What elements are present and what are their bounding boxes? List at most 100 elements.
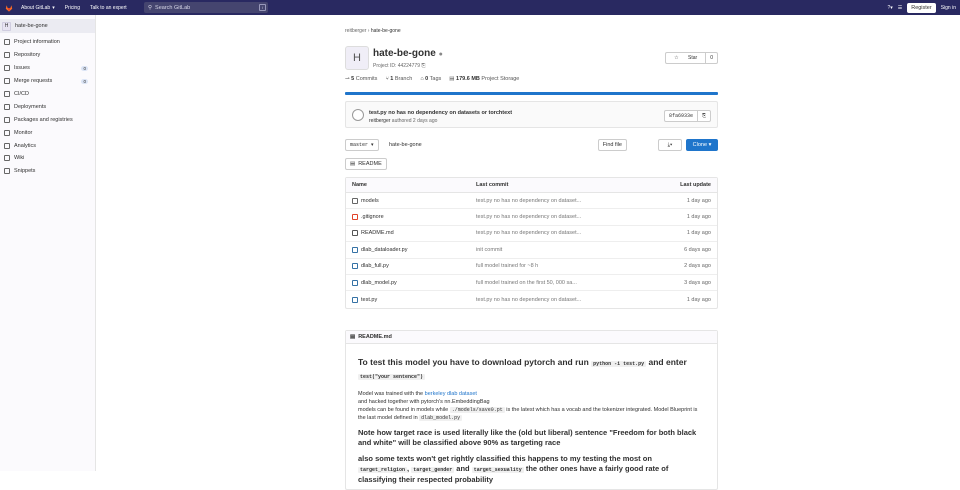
storage-icon: ▤ bbox=[449, 76, 455, 82]
file-name[interactable]: test.py bbox=[361, 297, 377, 303]
python-icon bbox=[352, 263, 358, 270]
sidebar-item-label: Snippets bbox=[14, 168, 36, 175]
clone-label: Clone bbox=[692, 142, 708, 148]
readme-h3-and: and bbox=[454, 464, 472, 473]
breadcrumb-owner[interactable]: reitberger bbox=[345, 28, 366, 34]
copy-sha-icon[interactable]: ⎘ bbox=[696, 111, 710, 121]
file-last-update: 3 days ago bbox=[684, 279, 711, 286]
repo-icon bbox=[4, 52, 10, 59]
sidebar-item-snippets[interactable]: Snippets bbox=[0, 165, 95, 178]
git-icon bbox=[352, 214, 358, 221]
sidebar-item-count: 0 bbox=[81, 65, 88, 71]
repo-toolbar: master ▾ hate-be-gone Find file ⤓▾ Clone … bbox=[345, 139, 718, 152]
sidebar-project[interactable]: H hate-be-gone bbox=[0, 19, 95, 33]
author-avatar[interactable] bbox=[352, 109, 364, 121]
sidebar-item-label: Issues bbox=[14, 65, 30, 72]
table-row[interactable]: test.py test.py no has no dependency on d… bbox=[346, 291, 717, 307]
commit-sha-text[interactable]: 8fa6933e bbox=[665, 113, 697, 119]
file-last-commit[interactable]: test.py no has no dependency on dataset.… bbox=[476, 214, 651, 220]
sidebar-item-project-information[interactable]: Project information bbox=[0, 36, 95, 49]
star-button[interactable]: ☆ Star 0 bbox=[665, 52, 718, 64]
sidebar-item-label: Wiki bbox=[14, 155, 25, 162]
dataset-link[interactable]: berkeley dlab dataset bbox=[425, 391, 477, 397]
readme-h3-code-3: target_sexuality bbox=[471, 467, 524, 473]
branches-link[interactable]: ⑂ 1 Branch bbox=[385, 76, 412, 82]
sidebar-item-wiki[interactable]: Wiki bbox=[0, 152, 95, 165]
file-last-commit[interactable]: init commit bbox=[476, 247, 651, 253]
file-name[interactable]: .gitignore bbox=[361, 214, 384, 220]
tags-count: 0 bbox=[425, 76, 429, 82]
table-row[interactable]: models test.py no has no dependency on da… bbox=[346, 193, 717, 210]
file-name[interactable]: README.md bbox=[361, 230, 394, 236]
storage-link[interactable]: ▤ 179.6 MB Project Storage bbox=[449, 76, 519, 82]
file-name-cell: .gitignore bbox=[346, 214, 476, 221]
find-file-button[interactable]: Find file bbox=[597, 139, 627, 151]
file-icon: ▤ bbox=[350, 334, 356, 340]
hamburger-menu-icon[interactable]: ☰ bbox=[898, 5, 902, 11]
file-name[interactable]: dlab_full.py bbox=[361, 263, 389, 269]
commit-author[interactable]: reitberger bbox=[369, 118, 390, 124]
download-button[interactable]: ⤓▾ bbox=[658, 139, 682, 151]
sidebar-item-analytics[interactable]: Analytics bbox=[0, 139, 95, 152]
sidebar-item-merge-requests[interactable]: Merge requests 0 bbox=[0, 75, 95, 88]
readme-h1-text-b: and enter bbox=[646, 357, 687, 367]
readme-p-code-1: ./models/save0.pt bbox=[449, 407, 505, 413]
table-row[interactable]: .gitignore test.py no has no dependency o… bbox=[346, 209, 717, 226]
sidebar-item-issues[interactable]: Issues 0 bbox=[0, 62, 95, 75]
breadcrumb: reitberger › hate-be-gone bbox=[345, 28, 401, 34]
file-name[interactable]: models bbox=[361, 198, 379, 204]
tags-link[interactable]: ⌂ 0 Tags bbox=[420, 76, 441, 82]
repo-path[interactable]: hate-be-gone bbox=[389, 142, 422, 148]
breadcrumb-project[interactable]: hate-be-gone bbox=[371, 28, 401, 34]
sidebar-item-packages-and-registries[interactable]: Packages and registries bbox=[0, 113, 95, 126]
pricing-link[interactable]: Pricing bbox=[65, 5, 80, 11]
project-stats: ⊸ 5 Commits ⑂ 1 Branch ⌂ 0 Tags ▤ 179.6 … bbox=[345, 76, 519, 82]
file-last-commit[interactable]: test.py no has no dependency on dataset.… bbox=[476, 230, 651, 236]
sidebar-item-label: Project information bbox=[14, 39, 60, 46]
gitlab-logo-icon[interactable] bbox=[5, 4, 13, 12]
readme-heading-3: also some texts won't get rightly classi… bbox=[358, 454, 669, 484]
sidebar-item-deployments[interactable]: Deployments bbox=[0, 100, 95, 113]
header-last-update: Last update bbox=[680, 182, 711, 188]
table-row[interactable]: README.md test.py no has no dependency on… bbox=[346, 226, 717, 243]
table-row[interactable]: dlab_model.py full model trained on the f… bbox=[346, 275, 717, 292]
readme-button-label: README bbox=[358, 161, 382, 167]
header-last-commit: Last commit bbox=[476, 182, 509, 188]
visibility-icon: ● bbox=[438, 51, 443, 58]
help-icon[interactable]: ?▾ bbox=[887, 5, 892, 11]
file-last-commit[interactable]: test.py no has no dependency on dataset.… bbox=[476, 297, 651, 303]
file-last-commit[interactable]: full model trained on the first 50, 000 … bbox=[476, 280, 651, 286]
sign-in-link[interactable]: Sign in bbox=[941, 5, 956, 11]
table-row[interactable]: dlab_full.py full model trained for ~8 h 2… bbox=[346, 259, 717, 275]
file-last-commit[interactable]: full model trained for ~8 h bbox=[476, 263, 651, 269]
sidebar-item-repository[interactable]: Repository bbox=[0, 49, 95, 62]
readme-h3-code-1: target_religion bbox=[358, 467, 408, 473]
clone-button[interactable]: Clone ▾ bbox=[686, 139, 718, 151]
branch-selector[interactable]: master ▾ bbox=[345, 139, 379, 151]
commits-count: 5 bbox=[351, 76, 355, 82]
project-id-label: Project ID: 44224779 bbox=[373, 63, 420, 69]
readme-filename[interactable]: README.md bbox=[358, 334, 392, 340]
file-name[interactable]: dlab_dataloader.py bbox=[361, 247, 407, 253]
file-table: Name Last commit Last update models test.… bbox=[345, 177, 718, 309]
commit-author-line: reitberger authored 2 days ago bbox=[369, 118, 437, 124]
commit-message[interactable]: test.py no has no dependency on datasets… bbox=[369, 110, 512, 116]
readme-p-text-c: models can be found in models while bbox=[358, 407, 450, 413]
commits-link[interactable]: ⊸ 5 Commits bbox=[345, 76, 377, 82]
readme-button[interactable]: ▤ README bbox=[345, 158, 387, 170]
search-input[interactable]: ⚲ Search GitLab / bbox=[144, 2, 268, 13]
talk-to-expert-link[interactable]: Talk to an expert bbox=[90, 5, 127, 11]
register-button[interactable]: Register bbox=[907, 2, 936, 13]
file-name[interactable]: dlab_model.py bbox=[361, 280, 397, 286]
branches-label: Branch bbox=[394, 76, 413, 82]
sidebar: H hate-be-gone Project information Reposi… bbox=[0, 15, 96, 471]
sidebar-item-ci-cd[interactable]: CI/CD bbox=[0, 88, 95, 101]
copy-icon[interactable]: ⎘ bbox=[421, 63, 425, 69]
sidebar-item-monitor[interactable]: Monitor bbox=[0, 126, 95, 139]
python-icon bbox=[352, 296, 358, 303]
table-row[interactable]: dlab_dataloader.py init commit 6 days ago bbox=[346, 242, 717, 259]
star-count[interactable]: 0 bbox=[705, 53, 717, 63]
about-gitlab-menu[interactable]: About GitLab ▾ bbox=[21, 5, 55, 11]
file-last-commit[interactable]: test.py no has no dependency on dataset.… bbox=[476, 198, 651, 204]
commit-icon: ⊸ bbox=[345, 76, 350, 82]
